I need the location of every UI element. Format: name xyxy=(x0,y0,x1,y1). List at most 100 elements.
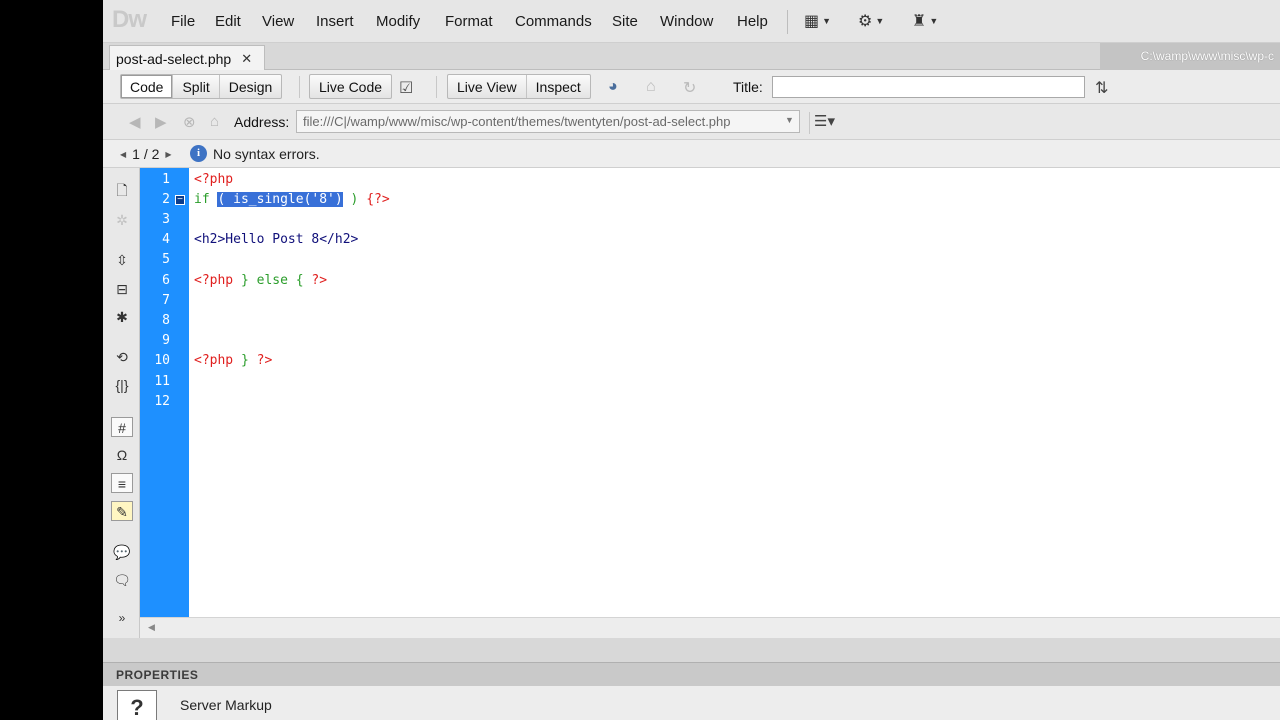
layout-icon: ▦ xyxy=(804,13,820,30)
select-parent-tag-icon[interactable]: ⟲ xyxy=(111,347,133,367)
live-view-button[interactable]: Live View xyxy=(448,75,526,98)
server-markup-icon: ? xyxy=(117,690,157,720)
close-icon[interactable]: ✕ xyxy=(241,51,252,67)
highlight-invalid-code-icon[interactable]: Ω xyxy=(111,445,133,465)
title-label: Title: xyxy=(733,79,763,95)
error-count: 1 / 2 xyxy=(132,146,160,162)
line-number: 4 xyxy=(162,232,170,247)
php-close-tag: ?> xyxy=(311,273,328,288)
balance-braces-icon[interactable]: {|} xyxy=(111,375,133,395)
document-tab[interactable]: post-ad-select.php ✕ xyxy=(109,45,265,71)
menu-help[interactable]: Help xyxy=(737,13,768,30)
line-number: 6 xyxy=(162,273,170,288)
line-number: 8 xyxy=(162,313,170,328)
line-number: 7 xyxy=(162,293,170,308)
design-view-button[interactable]: Design xyxy=(218,75,282,98)
word-wrap-icon[interactable]: ≡ xyxy=(111,473,133,493)
scroll-left-icon[interactable]: ◀ xyxy=(148,622,155,633)
line-number: 9 xyxy=(162,333,170,348)
menu-insert[interactable]: Insert xyxy=(316,13,354,30)
collapse-selection-icon[interactable]: ⊟ xyxy=(111,279,133,299)
address-label: Address: xyxy=(234,114,290,130)
live-code-group: Live Code xyxy=(309,74,393,99)
title-input[interactable] xyxy=(772,76,1085,98)
line-number: 12 xyxy=(154,394,170,409)
php-open-tag: <?php xyxy=(194,172,234,187)
globe-icon[interactable]: ◕ xyxy=(608,78,618,96)
line-number: 10 xyxy=(154,353,170,368)
closing-brace: } xyxy=(233,353,257,368)
php-close-tag: ?> xyxy=(256,353,273,368)
next-arrow-icon[interactable]: ▶ xyxy=(165,150,171,159)
menu-format[interactable]: Format xyxy=(445,13,493,30)
menu-separator xyxy=(787,10,788,34)
properties-title: PROPERTIES xyxy=(116,668,199,682)
line-number-gutter: 1 2 3 4 5 6 7 8 9 10 11 12 − xyxy=(140,168,189,617)
line-numbers-icon[interactable]: # xyxy=(111,417,133,437)
dreamweaver-window: Dw File Edit View Insert Modify Format C… xyxy=(103,0,1280,720)
line-number: 11 xyxy=(154,374,170,389)
expand-all-icon[interactable]: ✱ xyxy=(111,307,133,327)
horizontal-scrollbar[interactable]: ◀ xyxy=(140,617,1280,638)
home-icon: ⌂ xyxy=(210,113,220,130)
collapse-full-tag-icon[interactable]: ⇳ xyxy=(111,250,133,270)
open-documents-icon[interactable]: 🗋 xyxy=(111,180,133,200)
code-line-10: <?php } ?> xyxy=(194,353,272,373)
inspect-button[interactable]: Inspect xyxy=(525,75,590,98)
menu-window[interactable]: Window xyxy=(660,13,713,30)
syntax-coloring-icon[interactable]: ✎ xyxy=(111,501,133,521)
previous-arrow-icon[interactable]: ◀ xyxy=(120,150,126,159)
file-management-icon[interactable]: ⇅ xyxy=(1095,78,1108,98)
live-view-options-icon[interactable]: ☰▾ xyxy=(809,112,837,134)
code-line-4: <h2>Hello Post 8</h2> xyxy=(194,232,358,252)
chevron-down-icon: ▼ xyxy=(875,16,885,26)
server-markup-label: Server Markup xyxy=(180,697,272,713)
code-check-icon[interactable]: ☑ xyxy=(399,78,413,98)
code-line-2: if ( is_single('8') ) {?> xyxy=(194,192,390,212)
info-icon: i xyxy=(190,145,207,162)
live-code-button[interactable]: Live Code xyxy=(310,75,391,98)
info-bar: ◀ 1 / 2 ▶ i No syntax errors. xyxy=(103,140,1280,168)
code-fold-toggle[interactable]: − xyxy=(175,195,185,205)
code-view-button[interactable]: Code xyxy=(121,75,173,98)
split-view-button[interactable]: Split xyxy=(172,75,218,98)
app-logo: Dw xyxy=(112,6,147,33)
live-view-group: Live View Inspect xyxy=(447,74,591,99)
menu-file[interactable]: File xyxy=(171,13,195,30)
menu-site[interactable]: Site xyxy=(612,13,638,30)
chevron-down-icon[interactable]: ▼ xyxy=(785,115,794,125)
line-number: 3 xyxy=(162,212,170,227)
properties-panel: ? Server Markup xyxy=(103,686,1280,720)
gear-icon: ⚙ xyxy=(858,13,873,30)
address-input[interactable] xyxy=(296,110,800,133)
layout-menu-button[interactable]: ▦ ▼ xyxy=(804,11,831,31)
error-navigator: ◀ 1 / 2 ▶ xyxy=(120,146,172,162)
menu-modify[interactable]: Modify xyxy=(376,13,420,30)
browser-check-icon: ⌂ xyxy=(646,78,656,95)
code-text: ) xyxy=(342,192,367,207)
php-open-tag: <?php xyxy=(194,353,234,368)
menu-view[interactable]: View xyxy=(262,13,294,30)
toolbar-separator xyxy=(299,76,300,98)
remove-comment-icon[interactable]: 🗨 xyxy=(111,570,133,590)
panel-splitter[interactable] xyxy=(103,638,1280,662)
extend-menu-button[interactable]: ⚙ ▼ xyxy=(858,11,884,31)
document-path: C:\wamp\www\misc\wp-c xyxy=(1140,49,1274,63)
document-tab-name: post-ad-select.php xyxy=(116,50,232,67)
line-number: 2 xyxy=(162,192,170,207)
apply-comment-icon[interactable]: 💬 xyxy=(111,542,133,562)
menu-edit[interactable]: Edit xyxy=(215,13,241,30)
else-keyword: } else { xyxy=(233,273,312,288)
properties-panel-header[interactable]: PROPERTIES xyxy=(103,662,1280,686)
toolbar-separator xyxy=(436,76,437,98)
code-line-1: <?php xyxy=(194,172,233,192)
document-tab-bar: post-ad-select.php ✕ C:\wamp\www\misc\wp… xyxy=(103,43,1280,71)
chevron-down-icon: ▼ xyxy=(929,16,939,26)
document-toolbar: Code Split Design Live Code ☑ Live View … xyxy=(103,70,1280,104)
site-menu-button[interactable]: ♜ ▼ xyxy=(912,11,938,31)
code-editor[interactable]: <?php if ( is_single('8') ) {?> <h2>Hell… xyxy=(189,168,1280,617)
more-tools-icon[interactable]: » xyxy=(111,608,133,628)
site-tree-icon: ♜ xyxy=(912,13,927,30)
chevron-down-icon: ▼ xyxy=(822,16,832,26)
menu-commands[interactable]: Commands xyxy=(515,13,592,30)
